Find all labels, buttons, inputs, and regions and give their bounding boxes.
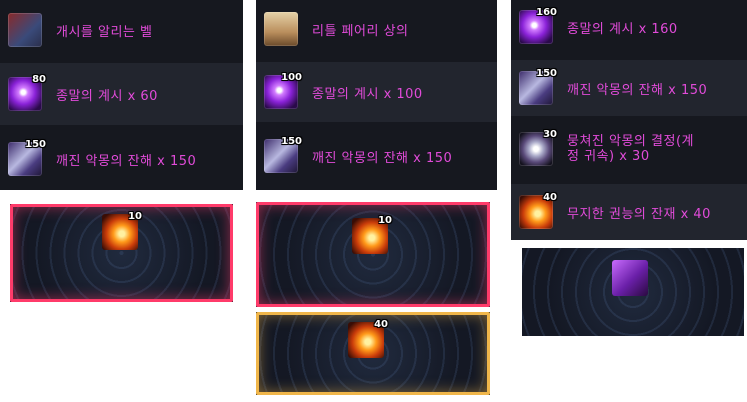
reward-slot-2[interactable]: 10 <box>256 202 490 307</box>
reward-slot-4[interactable] <box>522 248 744 336</box>
reward-slot-1[interactable]: 10 <box>10 204 233 302</box>
reward-label: 깨진 악몽의 잔해 x 150 <box>567 82 708 98</box>
reward-row[interactable]: 160 종말의 계시 x 160 <box>511 0 747 54</box>
reward-label: 종말의 계시 x 100 <box>312 86 423 102</box>
tan-shirt-icon <box>264 12 298 46</box>
reward-label: 종말의 계시 x 60 <box>56 88 158 104</box>
reward-row[interactable]: 개시를 알리는 벨 <box>0 0 243 60</box>
reward-label: 개시를 알리는 벨 <box>56 24 153 40</box>
feather-relic-icon: 150 <box>8 139 46 176</box>
reward-label: 깨진 악몽의 잔해 x 150 <box>312 150 453 166</box>
reward-row[interactable]: 150 깨진 악몽의 잔해 x 150 <box>256 126 497 186</box>
item-count: 80 <box>32 74 46 85</box>
item-count: 150 <box>25 139 46 150</box>
purple-orb-icon: 160 <box>519 7 557 44</box>
item-count: 100 <box>281 72 302 83</box>
item-count: 150 <box>536 68 557 79</box>
flame-swirl-icon: 10 <box>352 215 392 254</box>
flame-swirl-icon: 40 <box>519 192 557 229</box>
item-count: 10 <box>128 211 142 222</box>
feather-relic-icon: 150 <box>264 136 302 173</box>
reward-row[interactable]: 리틀 페어리 상의 <box>256 0 497 58</box>
reward-row[interactable]: 150 깨진 악몽의 잔해 x 150 <box>0 128 243 190</box>
flame-swirl-icon: 10 <box>102 211 142 250</box>
reward-row[interactable]: 150 깨진 악몽의 잔해 x 150 <box>511 60 747 116</box>
reward-label: 리틀 페어리 상의 <box>312 23 409 39</box>
reward-panel-b: 리틀 페어리 상의 100 종말의 계시 x 100 150 깨진 악몽의 잔해… <box>256 0 497 190</box>
feather-relic-icon: 150 <box>519 68 557 105</box>
item-count: 40 <box>543 192 557 203</box>
item-count: 10 <box>378 215 392 226</box>
reward-slot-3[interactable]: 40 <box>256 312 490 395</box>
red-book-icon <box>8 13 42 47</box>
flame-swirl-icon: 40 <box>348 319 388 358</box>
reward-row[interactable]: 80 종말의 계시 x 60 <box>0 63 243 125</box>
reward-label: 뭉쳐진 악몽의 결정(계정 귀속) x 30 <box>567 134 694 164</box>
reward-row[interactable]: 40 무지한 권능의 잔재 x 40 <box>511 184 747 240</box>
reward-label: 종말의 계시 x 160 <box>567 21 678 37</box>
crystal-shard-icon: 30 <box>519 129 557 166</box>
purple-orb-icon: 100 <box>264 72 302 109</box>
purple-orb-icon: 80 <box>8 74 46 111</box>
reward-row[interactable]: 30 뭉쳐진 악몽의 결정(계정 귀속) x 30 <box>511 120 747 178</box>
reward-panel-c: 160 종말의 계시 x 160 150 깨진 악몽의 잔해 x 150 30 … <box>511 0 747 240</box>
item-count: 150 <box>281 136 302 147</box>
item-count: 30 <box>543 129 557 140</box>
reward-panel-a: 개시를 알리는 벨 80 종말의 계시 x 60 150 깨진 악몽의 잔해 x… <box>0 0 243 190</box>
item-count: 40 <box>374 319 388 330</box>
reward-row[interactable]: 100 종말의 계시 x 100 <box>256 62 497 122</box>
item-count: 160 <box>536 7 557 18</box>
reward-label: 무지한 권능의 잔재 x 40 <box>567 206 711 222</box>
reward-label: 깨진 악몽의 잔해 x 150 <box>56 153 197 169</box>
purple-chest-icon <box>612 260 648 296</box>
